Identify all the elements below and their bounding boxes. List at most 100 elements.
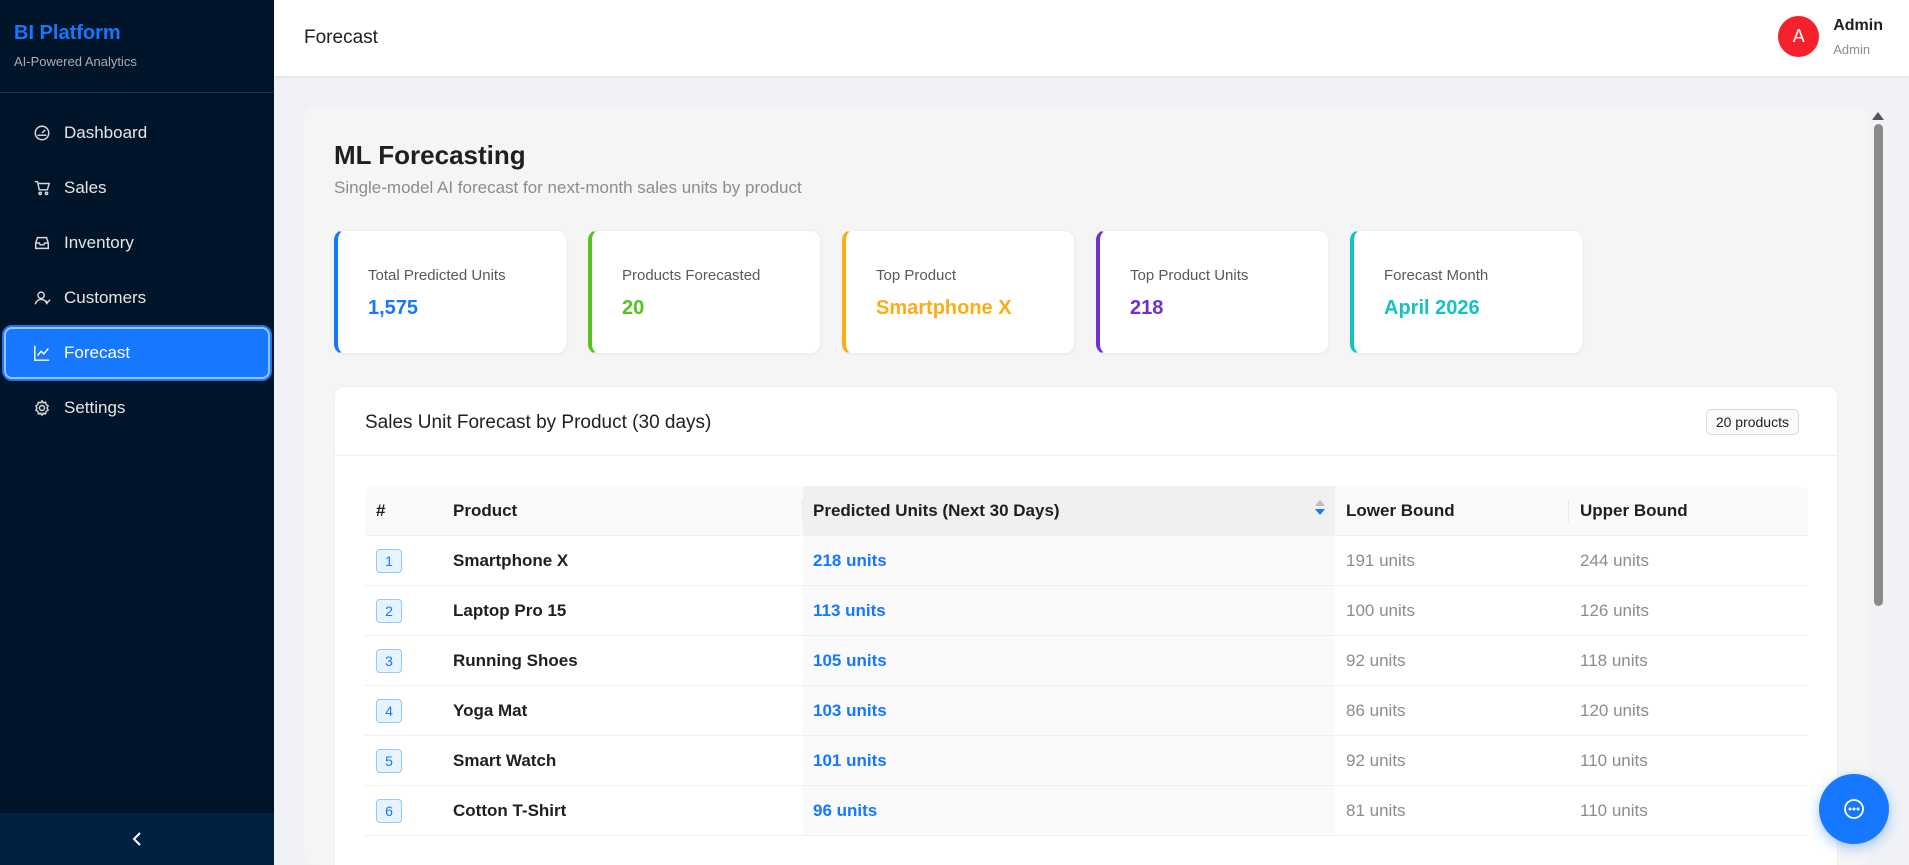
product-name: Running Shoes (453, 650, 578, 670)
chat-icon (1844, 799, 1864, 819)
table-row[interactable]: 3 Running Shoes 105 units 92 units 118 u… (365, 636, 1808, 686)
predicted-units: 105 units (813, 650, 887, 670)
sidebar-item-dashboard[interactable]: Dashboard (4, 107, 270, 159)
lower-bound: 86 units (1346, 700, 1406, 720)
rank-badge: 2 (376, 598, 402, 623)
stat-label: Products Forecasted (622, 267, 761, 284)
column-header-upper-bound: Upper Bound (1580, 500, 1688, 520)
stats-row: Total Predicted Units 1,575 Products For… (334, 230, 1604, 354)
predicted-units: 113 units (813, 600, 886, 620)
stat-card-top-product-units: Top Product Units 218 (1096, 230, 1329, 354)
table-row[interactable]: 1 Smartphone X 218 units 191 units 244 u… (365, 536, 1808, 586)
brand-subtitle: AI-Powered Analytics (14, 54, 137, 69)
cart-icon (32, 178, 52, 198)
brand-title[interactable]: BI Platform (14, 22, 260, 45)
table-row[interactable]: 4 Yoga Mat 103 units 86 units 120 units (365, 686, 1808, 736)
scroll-up-arrow-icon[interactable] (1872, 112, 1884, 120)
sidebar-item-settings[interactable]: Settings (4, 382, 270, 434)
predicted-units: 96 units (813, 800, 878, 820)
upper-bound: 126 units (1580, 600, 1649, 620)
lower-bound: 92 units (1346, 650, 1406, 670)
sidebar-item-label: Forecast (64, 343, 131, 362)
stat-value: April 2026 (1384, 297, 1480, 319)
stat-label: Top Product Units (1130, 267, 1249, 284)
rank-badge: 3 (376, 648, 402, 673)
table-header-row: # Product Predicted Units (Next 30 Days)… (365, 486, 1808, 536)
stat-value: Smartphone X (876, 297, 1012, 319)
lower-bound: 100 units (1346, 600, 1415, 620)
sidebar: BI Platform AI-Powered Analytics Dashboa… (0, 0, 274, 865)
rank-badge: 1 (376, 548, 402, 573)
sidebar-item-customers[interactable]: Customers (4, 272, 270, 324)
lower-bound: 191 units (1346, 550, 1415, 570)
main-content: ML Forecasting Single-model AI forecast … (304, 106, 1869, 865)
content-scrollbar[interactable] (1871, 110, 1885, 840)
rank-badge: 4 (376, 698, 402, 723)
gear-icon (32, 398, 52, 418)
product-name: Smart Watch (453, 750, 557, 770)
stat-label: Total Predicted Units (368, 267, 506, 284)
stat-value: 20 (622, 297, 645, 319)
sidebar-menu: Dashboard Sales Inventory Customers Fore… (0, 93, 274, 434)
column-header-product: Product (442, 486, 803, 535)
product-name: Laptop Pro 15 (453, 600, 567, 620)
dashboard-icon (32, 123, 52, 143)
column-header-predicted-units[interactable]: Predicted Units (Next 30 Days) (803, 486, 1335, 535)
table-row[interactable]: 6 Cotton T-Shirt 96 units 81 units 110 u… (365, 786, 1808, 836)
user-info: Admin Admin (1833, 17, 1883, 57)
sidebar-item-label: Sales (64, 178, 107, 197)
column-header-rank: # (376, 500, 386, 520)
user-role: Admin (1833, 41, 1871, 57)
sidebar-item-inventory[interactable]: Inventory (4, 217, 270, 269)
user-icon (32, 288, 52, 308)
sidebar-item-forecast[interactable]: Forecast (2, 325, 272, 381)
table-row[interactable]: 5 Smart Watch 101 units 92 units 110 uni… (365, 736, 1808, 786)
sidebar-collapse-button[interactable] (0, 813, 274, 865)
forecast-table: # Product Predicted Units (Next 30 Days)… (365, 486, 1808, 836)
stat-value: 218 (1130, 297, 1164, 319)
inbox-icon (32, 233, 52, 253)
sidebar-item-label: Inventory (64, 233, 134, 252)
user-menu[interactable]: A Admin Admin (1778, 16, 1883, 57)
column-header-label: Predicted Units (Next 30 Days) (813, 500, 1060, 520)
stat-card-top-product: Top Product Smartphone X (842, 230, 1075, 354)
sidebar-item-label: Customers (64, 288, 147, 307)
forecast-table-card: Sales Unit Forecast by Product (30 days)… (334, 386, 1838, 865)
stat-card-forecast-month: Forecast Month April 2026 (1350, 230, 1583, 354)
stat-card-total-predicted-units: Total Predicted Units 1,575 (334, 230, 567, 354)
chat-assistant-button[interactable] (1819, 774, 1889, 844)
chevron-left-icon (132, 832, 141, 846)
card-header: Sales Unit Forecast by Product (30 days)… (335, 387, 1837, 456)
page-title: ML Forecasting (334, 140, 526, 170)
brand: BI Platform AI-Powered Analytics (0, 0, 274, 93)
column-header-lower-bound: Lower Bound (1335, 486, 1569, 535)
avatar[interactable]: A (1778, 16, 1820, 57)
sidebar-item-label: Dashboard (64, 123, 148, 142)
page-subtitle: Single-model AI forecast for next-month … (334, 178, 802, 197)
rank-badge: 6 (376, 798, 402, 823)
upper-bound: 244 units (1580, 550, 1649, 570)
lower-bound: 92 units (1346, 750, 1406, 770)
sidebar-item-label: Settings (64, 398, 126, 417)
stat-value: 1,575 (368, 297, 419, 319)
product-count-badge: 20 products (1705, 409, 1799, 435)
card-title: Sales Unit Forecast by Product (30 days) (365, 412, 712, 433)
predicted-units: 101 units (813, 750, 887, 770)
product-name: Smartphone X (453, 550, 569, 570)
upper-bound: 120 units (1580, 700, 1649, 720)
line-chart-icon (32, 343, 52, 363)
upper-bound: 110 units (1580, 750, 1648, 770)
stat-label: Forecast Month (1384, 267, 1489, 284)
sidebar-item-sales[interactable]: Sales (4, 162, 270, 214)
upper-bound: 118 units (1580, 650, 1648, 670)
sort-icon[interactable] (1315, 500, 1325, 515)
table-row[interactable]: 2 Laptop Pro 15 113 units 100 units 126 … (365, 586, 1808, 636)
stat-label: Top Product (876, 267, 957, 284)
lower-bound: 81 units (1346, 800, 1406, 820)
header-title: Forecast (304, 27, 378, 48)
predicted-units: 103 units (813, 700, 887, 720)
user-name: Admin (1833, 16, 1883, 34)
scroll-thumb[interactable] (1873, 124, 1883, 606)
predicted-units: 218 units (813, 550, 887, 570)
stat-card-products-forecasted: Products Forecasted 20 (588, 230, 821, 354)
